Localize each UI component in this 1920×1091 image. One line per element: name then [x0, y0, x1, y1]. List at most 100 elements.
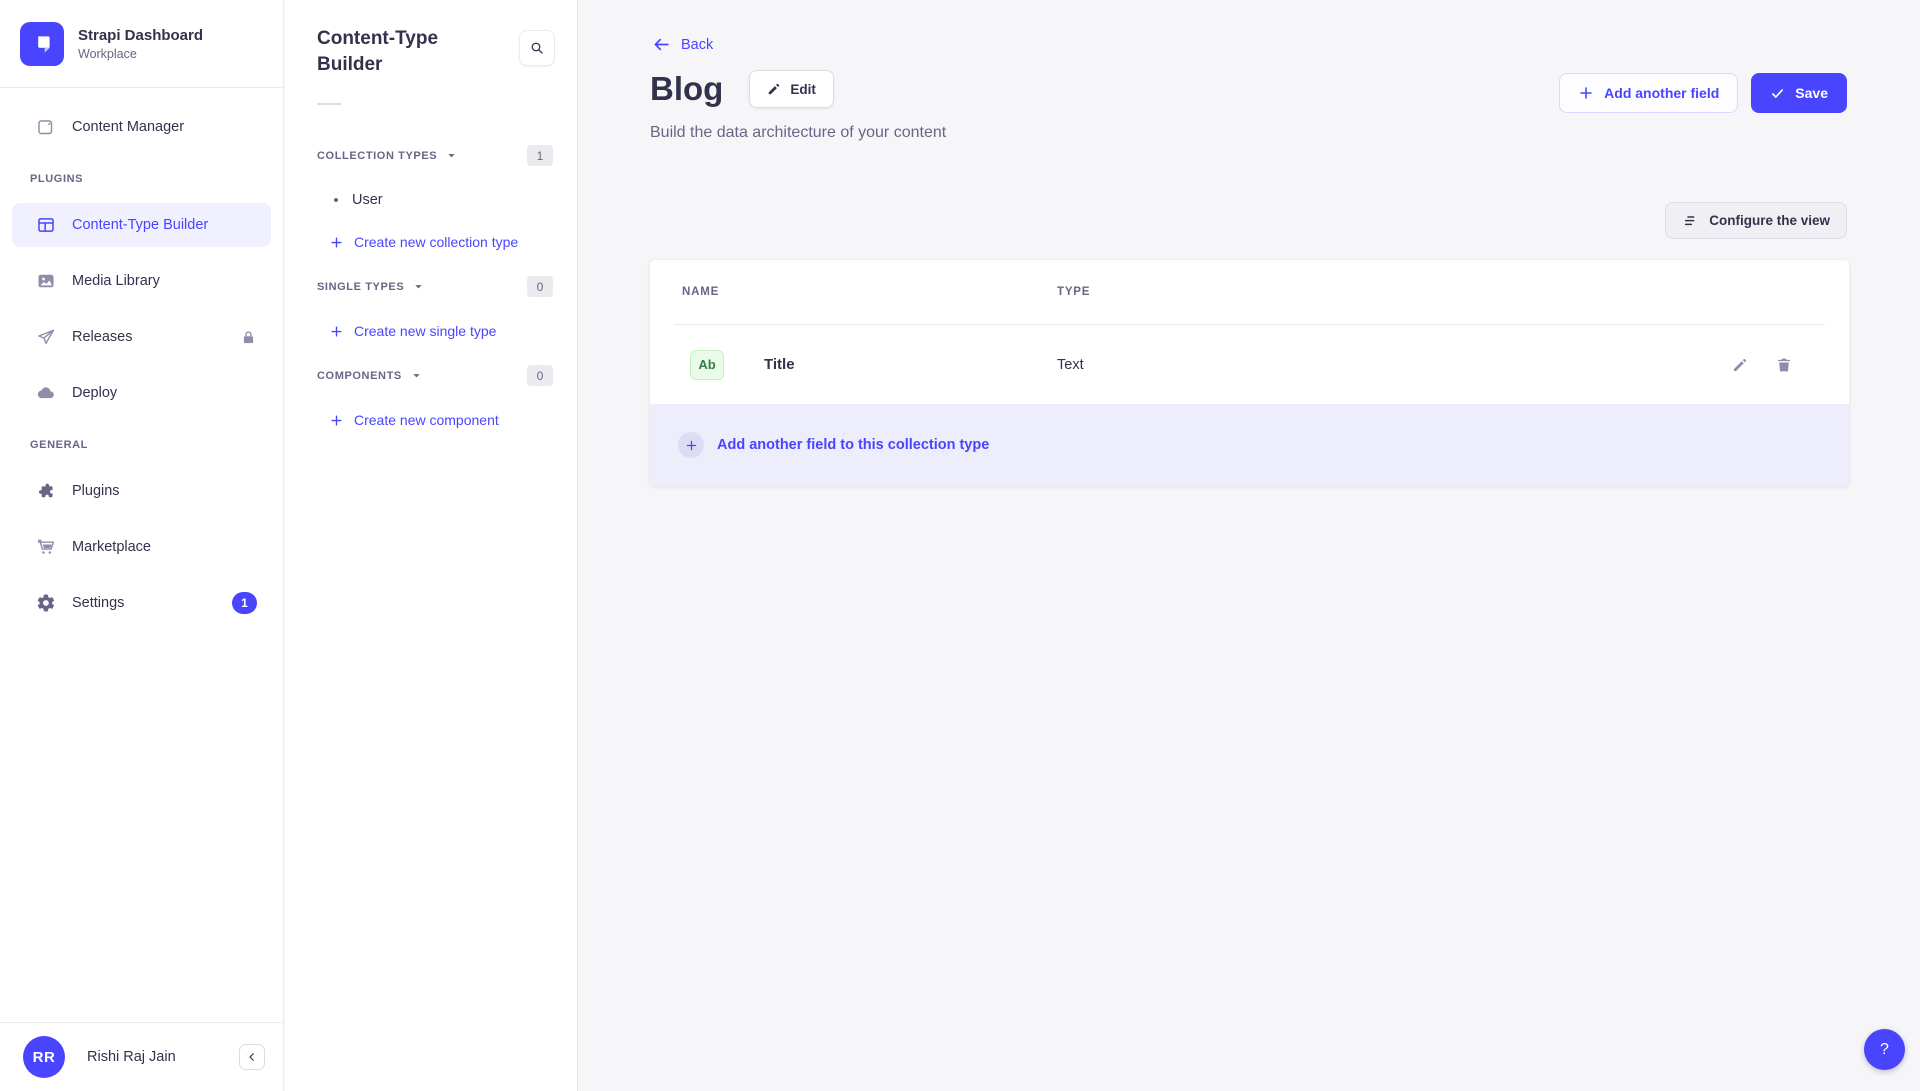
add-another-field-button[interactable]: Add another field: [1559, 73, 1738, 113]
table-header: NAME TYPE: [650, 260, 1849, 324]
section-label: SINGLE TYPES: [317, 281, 404, 293]
gear-icon: [36, 593, 56, 613]
create-collection-type-link[interactable]: Create new collection type: [329, 232, 553, 252]
brand-text: Strapi Dashboard Workplace: [78, 27, 203, 61]
configure-view-button[interactable]: Configure the view: [1665, 202, 1847, 239]
field-type: Text: [1057, 357, 1731, 373]
column-header-type: TYPE: [1057, 286, 1817, 298]
check-icon: [1770, 86, 1785, 101]
save-button[interactable]: Save: [1751, 73, 1847, 113]
collection-type-label: User: [352, 192, 383, 208]
back-label: Back: [681, 37, 713, 53]
collection-type-item-user[interactable]: User: [334, 190, 553, 210]
nav-item-settings[interactable]: Settings 1: [12, 581, 271, 625]
nav-item-content-type-builder[interactable]: Content-Type Builder: [12, 203, 271, 247]
caret-down-icon: [446, 150, 457, 161]
layout-grid-icon: [36, 215, 56, 235]
nav-item-content-manager[interactable]: Content Manager: [12, 105, 271, 149]
delete-field-button[interactable]: [1775, 356, 1793, 374]
edit-label: Edit: [790, 82, 816, 97]
nav-item-marketplace[interactable]: Marketplace: [12, 525, 271, 569]
settings-notification-badge: 1: [232, 592, 257, 614]
create-collection-type-label: Create new collection type: [354, 234, 518, 250]
back-link[interactable]: Back: [652, 35, 713, 54]
nav-item-label: Content-Type Builder: [72, 217, 208, 233]
cart-icon: [36, 537, 56, 557]
edit-button[interactable]: Edit: [749, 70, 834, 108]
nav-section-plugins: PLUGINS: [30, 173, 283, 185]
page-title: Blog: [650, 70, 723, 108]
nav-section-general: GENERAL: [30, 439, 283, 451]
field-name: Title: [764, 356, 795, 373]
section-count-badge: 1: [527, 145, 553, 166]
strapi-logo-glyph: [29, 31, 55, 57]
fields-table-card: NAME TYPE Ab Title Text: [650, 260, 1849, 486]
section-count-badge: 0: [527, 365, 553, 386]
paper-plane-icon: [36, 327, 56, 347]
avatar[interactable]: RR: [23, 1036, 65, 1078]
section-label: COLLECTION TYPES: [317, 150, 437, 162]
section-single-types[interactable]: SINGLE TYPES 0: [317, 276, 553, 297]
save-label: Save: [1795, 85, 1828, 101]
question-icon: ?: [1880, 1041, 1889, 1059]
picture-icon: [36, 271, 56, 291]
nav-item-deploy[interactable]: Deploy: [12, 371, 271, 415]
section-collection-types[interactable]: COLLECTION TYPES 1: [317, 145, 553, 166]
nav-item-media-library[interactable]: Media Library: [12, 259, 271, 303]
puzzle-icon: [36, 481, 56, 501]
subnav-sections: COLLECTION TYPES 1 User Create new colle…: [285, 105, 577, 430]
app-title: Strapi Dashboard: [78, 27, 203, 44]
search-icon: [529, 40, 545, 56]
nav-item-label: Settings: [72, 595, 124, 611]
nav-item-plugins[interactable]: Plugins: [12, 469, 271, 513]
nav-item-label: Plugins: [72, 483, 120, 499]
plus-circle-icon: [678, 432, 704, 458]
pencil-icon: [1731, 356, 1749, 374]
back-arrow-icon: [652, 35, 671, 54]
create-single-type-link[interactable]: Create new single type: [329, 321, 553, 341]
plus-icon: [1578, 85, 1594, 101]
page-subtitle: Build the data architecture of your cont…: [650, 124, 946, 142]
create-single-type-label: Create new single type: [354, 323, 496, 339]
plus-icon: [329, 413, 344, 428]
main-content: Back Blog Edit Build the data architectu…: [578, 0, 1920, 1091]
add-field-footer-label: Add another field to this collection typ…: [717, 437, 989, 453]
section-count-badge: 0: [527, 276, 553, 297]
caret-down-icon: [413, 281, 424, 292]
collapse-sidebar-button[interactable]: [239, 1044, 265, 1070]
column-header-name: NAME: [682, 286, 1057, 298]
main-navigation: Strapi Dashboard Workplace Content Manag…: [0, 0, 284, 1091]
help-button[interactable]: ?: [1864, 1029, 1905, 1070]
row-actions: [1731, 356, 1793, 374]
plus-icon: [329, 324, 344, 339]
nav-item-label: Marketplace: [72, 539, 151, 555]
create-component-link[interactable]: Create new component: [329, 410, 553, 430]
workspace-switcher[interactable]: Strapi Dashboard Workplace: [0, 0, 283, 88]
bullet-icon: [334, 198, 338, 202]
section-components[interactable]: COMPONENTS 0: [317, 365, 553, 386]
field-name-cell: Ab Title: [682, 350, 1057, 380]
table-row: Ab Title Text: [650, 325, 1849, 404]
strapi-logo: [20, 22, 64, 66]
pencil-icon: [767, 82, 781, 96]
user-section: RR Rishi Raj Jain: [0, 1022, 283, 1091]
section-label: COMPONENTS: [317, 370, 402, 382]
nav-item-label: Releases: [72, 329, 132, 345]
field-type-badge: Ab: [690, 350, 724, 380]
plus-icon: [685, 439, 698, 452]
edit-field-button[interactable]: [1731, 356, 1749, 374]
nav-item-label: Media Library: [72, 273, 160, 289]
trash-icon: [1775, 356, 1793, 374]
add-another-field-label: Add another field: [1604, 85, 1719, 101]
nav-items: Content Manager PLUGINS Content-Type Bui…: [0, 88, 283, 1022]
align-lines-icon: [1682, 213, 1698, 229]
add-field-footer-button[interactable]: Add another field to this collection typ…: [650, 404, 1849, 486]
plus-icon: [329, 235, 344, 250]
search-button[interactable]: [519, 30, 555, 66]
create-component-label: Create new component: [354, 412, 499, 428]
page-title-row: Blog Edit: [650, 70, 834, 108]
nav-item-releases[interactable]: Releases: [12, 315, 271, 359]
nav-item-label: Content Manager: [72, 119, 184, 135]
caret-down-icon: [411, 370, 422, 381]
user-name: Rishi Raj Jain: [87, 1049, 176, 1065]
